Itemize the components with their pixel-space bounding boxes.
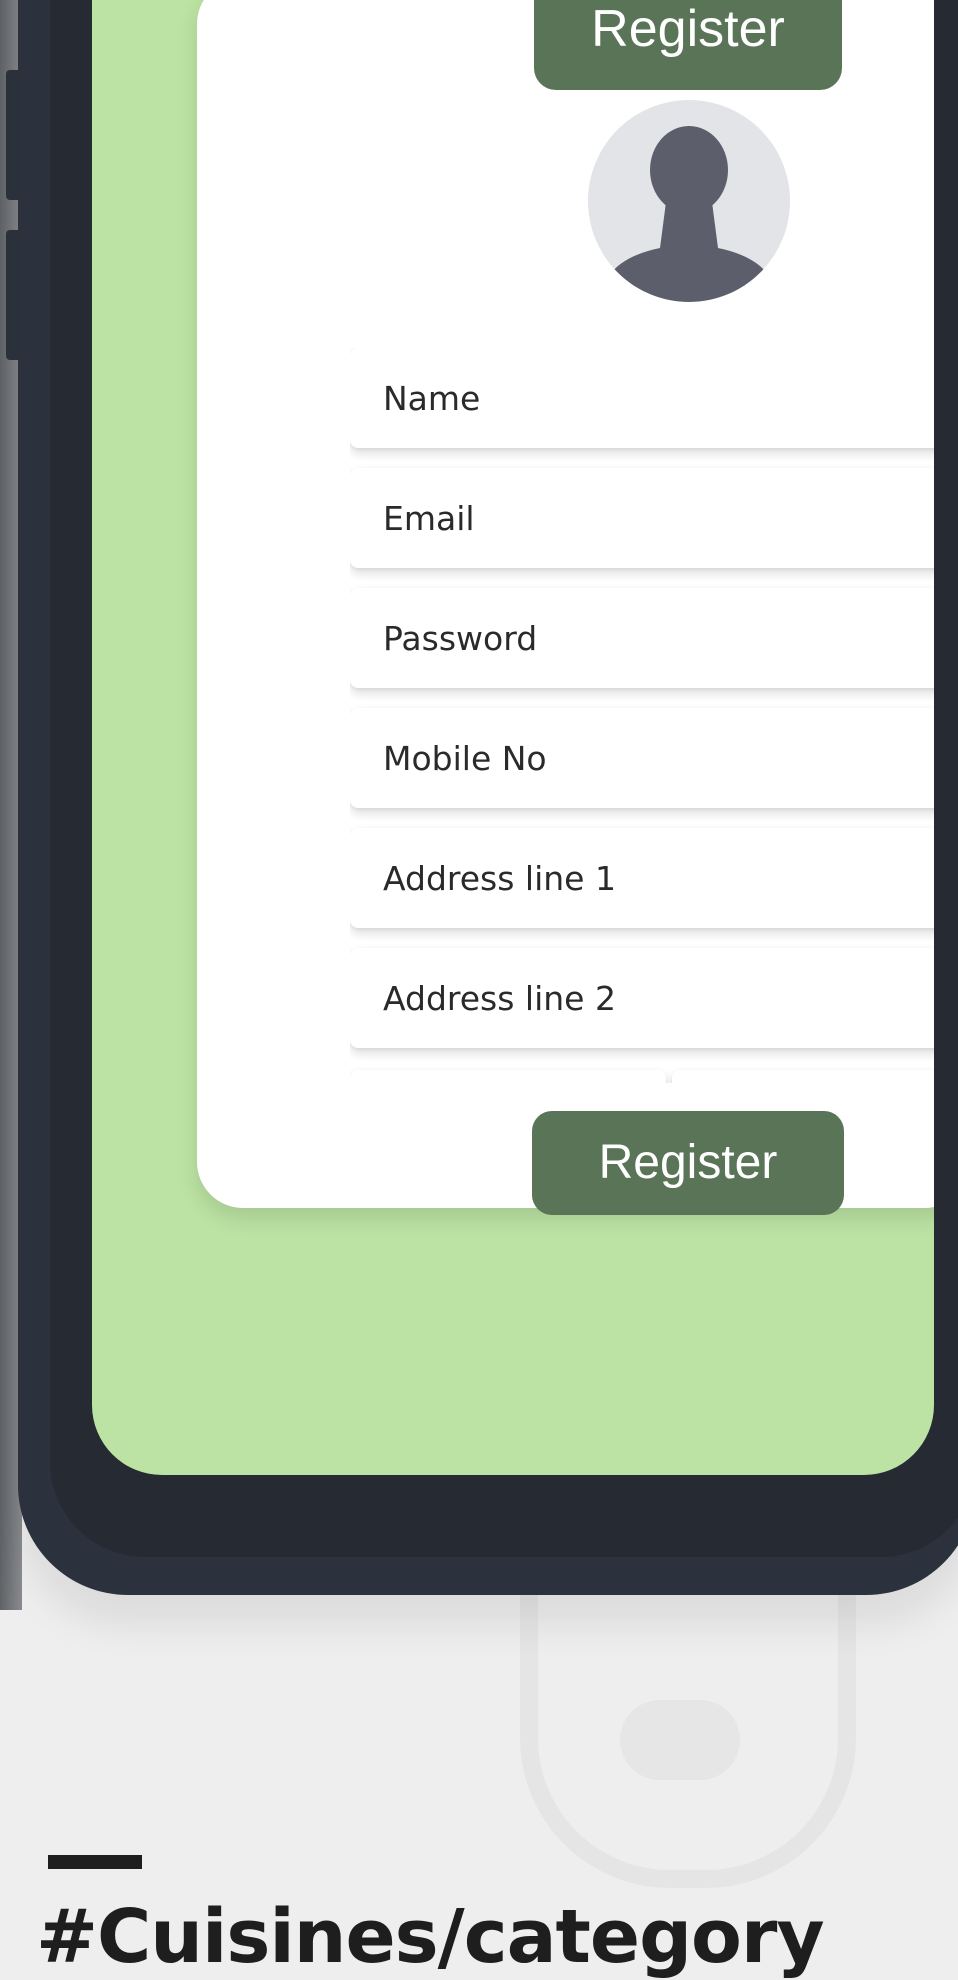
phone-volume-up-button <box>6 70 22 200</box>
partial-field-left[interactable] <box>350 1070 666 1083</box>
mobile-input[interactable] <box>350 708 934 808</box>
caption-accent-bar <box>48 1855 142 1869</box>
register-submit-button[interactable]: Register <box>532 1111 844 1215</box>
email-input[interactable] <box>350 468 934 568</box>
mobile-field <box>350 708 934 808</box>
name-input[interactable] <box>350 348 934 448</box>
email-field <box>350 468 934 568</box>
name-field <box>350 348 934 448</box>
address-line-2-input[interactable] <box>350 948 934 1048</box>
password-field <box>350 588 934 688</box>
phone-frame: Register Name Email Mobile No Address li… <box>18 0 958 1595</box>
section-caption: #Cuisines/category <box>36 1894 825 1980</box>
partial-field-right[interactable] <box>672 1070 934 1083</box>
registration-form <box>350 348 934 1083</box>
avatar[interactable] <box>588 100 790 302</box>
address-line-2-field <box>350 948 934 1048</box>
password-input[interactable] <box>350 588 934 688</box>
phone-screen: Register Name Email Mobile No Address li… <box>92 0 934 1475</box>
register-card: Register Name Email Mobile No Address li… <box>197 0 934 1215</box>
user-silhouette-icon <box>612 126 766 302</box>
address-line-1-field <box>350 828 934 928</box>
background-decor-blob <box>620 1700 740 1780</box>
phone-volume-down-button <box>6 230 22 360</box>
register-title-button[interactable]: Register <box>534 0 842 90</box>
address-line-1-input[interactable] <box>350 828 934 928</box>
